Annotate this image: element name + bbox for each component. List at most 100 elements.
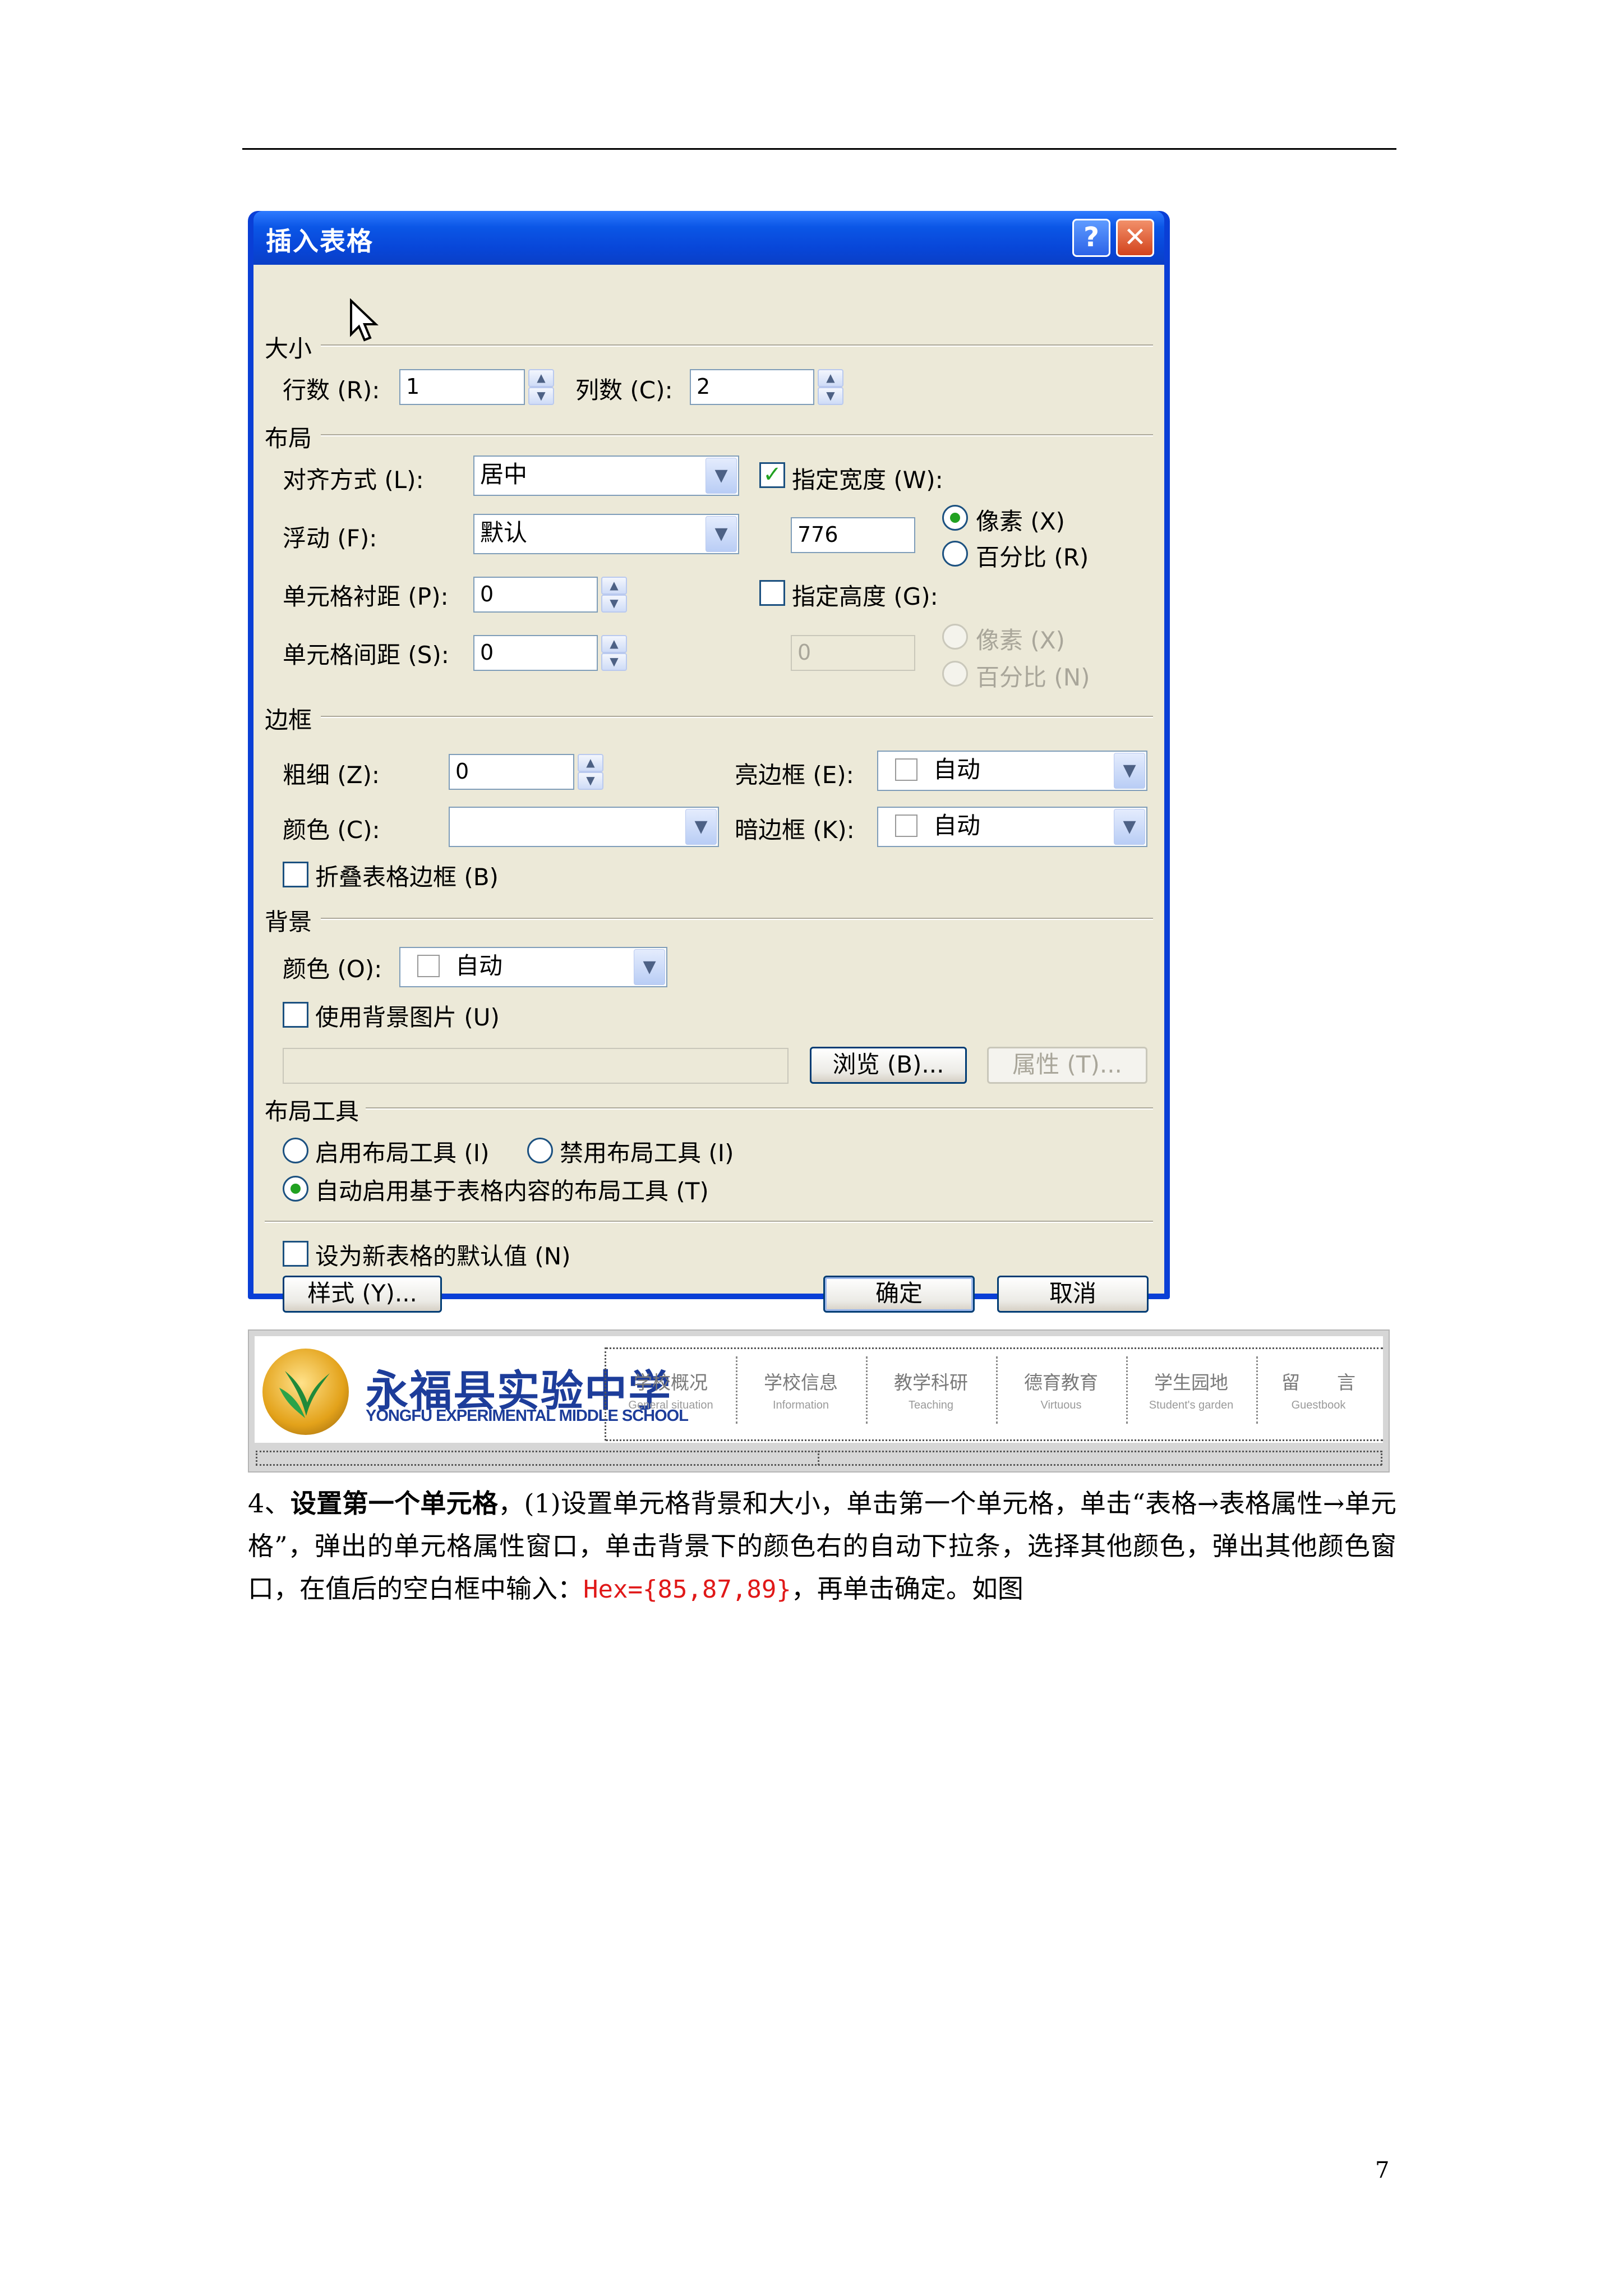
nav-label-cn: 学校概况 [634,1372,708,1393]
bg-color-label: 颜色 (O): [283,955,382,983]
nav-item-virtuous[interactable]: 德育教育 Virtuous [997,1368,1125,1412]
bird-logo-icon [279,1371,330,1418]
dotted-rule [256,1451,257,1465]
style-button[interactable]: 样式 (Y)... [283,1276,442,1313]
banner-inner: 永福县实验中学 YONGFU EXPERIMENTAL MIDDLE SCHOO… [255,1336,1383,1443]
padding-spinner[interactable]: ▲ ▼ [601,577,627,613]
step-heading: 设置第一个单元格 [290,1488,499,1519]
step-number: 4、 [248,1488,291,1519]
width-unit-percent-label: 百分比 (R) [976,544,1089,571]
padding-input[interactable]: 0 [473,577,598,613]
nav-label-en: General situation [628,1399,713,1411]
use-bg-image-checkbox[interactable] [283,1002,308,1028]
section-divider [265,1221,1153,1223]
section-layout: 布局 [265,425,312,452]
enable-layout-tools-radio[interactable] [283,1138,308,1163]
page-number: 7 [1375,2157,1390,2183]
height-unit-percent-label: 百分比 (N) [976,664,1090,691]
chevron-down-icon[interactable]: ▼ [634,949,665,985]
light-border-label: 亮边框 (E): [735,761,854,789]
width-check-label: 指定宽度 (W): [792,466,943,494]
dark-border-select[interactable]: 自动 ▼ [877,807,1147,847]
section-divider [321,918,1153,920]
thickness-spinner[interactable]: ▲ ▼ [578,754,603,790]
dotted-rule [606,1347,1383,1349]
chevron-down-icon[interactable]: ▼ [685,809,717,845]
height-unit-percent-radio[interactable] [942,661,968,687]
rows-spinner[interactable]: ▲ ▼ [528,369,554,405]
chevron-down-icon[interactable]: ▼ [1114,809,1145,845]
spacing-spinner[interactable]: ▲ ▼ [601,635,627,671]
chevron-down-icon[interactable]: ▼ [706,516,737,552]
browse-button[interactable]: 浏览 (B)... [810,1047,967,1084]
nav-label-en: Information [772,1399,829,1411]
section-divider [366,1107,1153,1110]
section-layout-tools: 布局工具 [265,1098,359,1125]
border-color-select[interactable]: ▼ [449,807,719,847]
school-logo-icon [262,1349,349,1435]
bg-color-select[interactable]: 自动 ▼ [399,947,667,987]
nav-item-information[interactable]: 学校信息 Information [737,1368,865,1412]
mouse-cursor-icon [350,298,379,342]
float-select[interactable]: 默认 ▼ [473,514,739,554]
light-border-select[interactable]: 自动 ▼ [877,751,1147,791]
bg-color-value: 自动 [455,952,503,979]
height-checkbox[interactable] [759,580,785,606]
width-unit-percent-radio[interactable] [942,541,968,567]
nav-label-en: Teaching [908,1399,954,1411]
hex-value: Hex={85,87,89} [583,1575,791,1604]
height-check-label: 指定高度 (G): [792,583,938,610]
height-unit-pixel-label: 像素 (X) [976,627,1065,654]
dotted-rule [1381,1451,1382,1465]
enable-layout-tools-label: 启用布局工具 (I) [315,1139,490,1167]
dialog-title: 插入表格 [266,226,374,256]
ok-button[interactable]: 确定 [823,1276,975,1313]
float-label: 浮动 (F): [283,524,377,552]
light-border-value: 自动 [933,756,981,783]
align-value: 居中 [480,461,528,488]
cols-label: 列数 (C): [575,376,673,404]
close-icon[interactable]: ✕ [1116,219,1154,257]
set-default-checkbox[interactable] [283,1241,308,1267]
cols-input[interactable]: 2 [690,369,814,405]
spacing-input[interactable]: 0 [473,635,598,671]
bg-image-path-input[interactable] [283,1048,789,1084]
width-checkbox[interactable]: ✓ [759,462,785,488]
help-icon[interactable]: ? [1072,219,1110,257]
height-unit-pixel-radio[interactable] [942,624,968,650]
dialog-body: 大小 行数 (R): 1 ▲ ▼ 列数 (C): 2 ▲ ▼ 布局 对齐方式 (L)… [253,265,1164,1313]
rows-input[interactable]: 1 [399,369,525,405]
bg-color-swatch [417,954,440,977]
disable-layout-tools-radio[interactable] [527,1138,553,1163]
nav-item-general[interactable]: 学校概况 General situation [607,1368,735,1412]
nav-item-guestbook[interactable]: 留 言 Guestbook [1257,1368,1380,1412]
collapse-border-checkbox[interactable] [283,862,308,887]
thickness-input[interactable]: 0 [449,754,574,790]
cols-spinner[interactable]: ▲ ▼ [818,369,843,405]
section-divider [321,434,1153,436]
properties-button[interactable]: 属性 (T)... [987,1047,1147,1084]
section-background: 背景 [265,908,312,936]
dotted-rule [606,1439,1383,1441]
height-input[interactable]: 0 [791,635,915,671]
section-border: 边框 [265,706,312,734]
instruction-paragraph: 4、设置第一个单元格，(1)设置单元格背景和大小，单击第一个单元格，单击“表格→… [248,1482,1396,1611]
header-rule [242,148,1396,150]
align-label: 对齐方式 (L): [283,466,424,494]
nav-label-cn: 留 言 [1281,1372,1355,1393]
width-unit-pixel-radio[interactable] [942,505,968,531]
nav-label-en: Student's garden [1149,1399,1234,1411]
align-select[interactable]: 居中 ▼ [473,455,739,496]
chevron-down-icon[interactable]: ▼ [706,458,737,494]
collapse-border-label: 折叠表格边框 (B) [315,863,499,891]
spacing-label: 单元格间距 (S): [283,641,449,669]
cancel-button[interactable]: 取消 [997,1276,1149,1313]
nav-item-teaching[interactable]: 教学科研 Teaching [867,1368,995,1412]
auto-layout-tools-radio[interactable] [283,1176,308,1202]
width-unit-pixel-label: 像素 (X) [976,508,1065,535]
dialog-title-bar[interactable]: 插入表格 ? ✕ [253,211,1164,265]
chevron-down-icon[interactable]: ▼ [1114,753,1145,789]
width-input[interactable]: 776 [791,517,915,553]
nav-item-students[interactable]: 学生园地 Student's garden [1127,1368,1255,1412]
dotted-rule [818,1451,819,1465]
